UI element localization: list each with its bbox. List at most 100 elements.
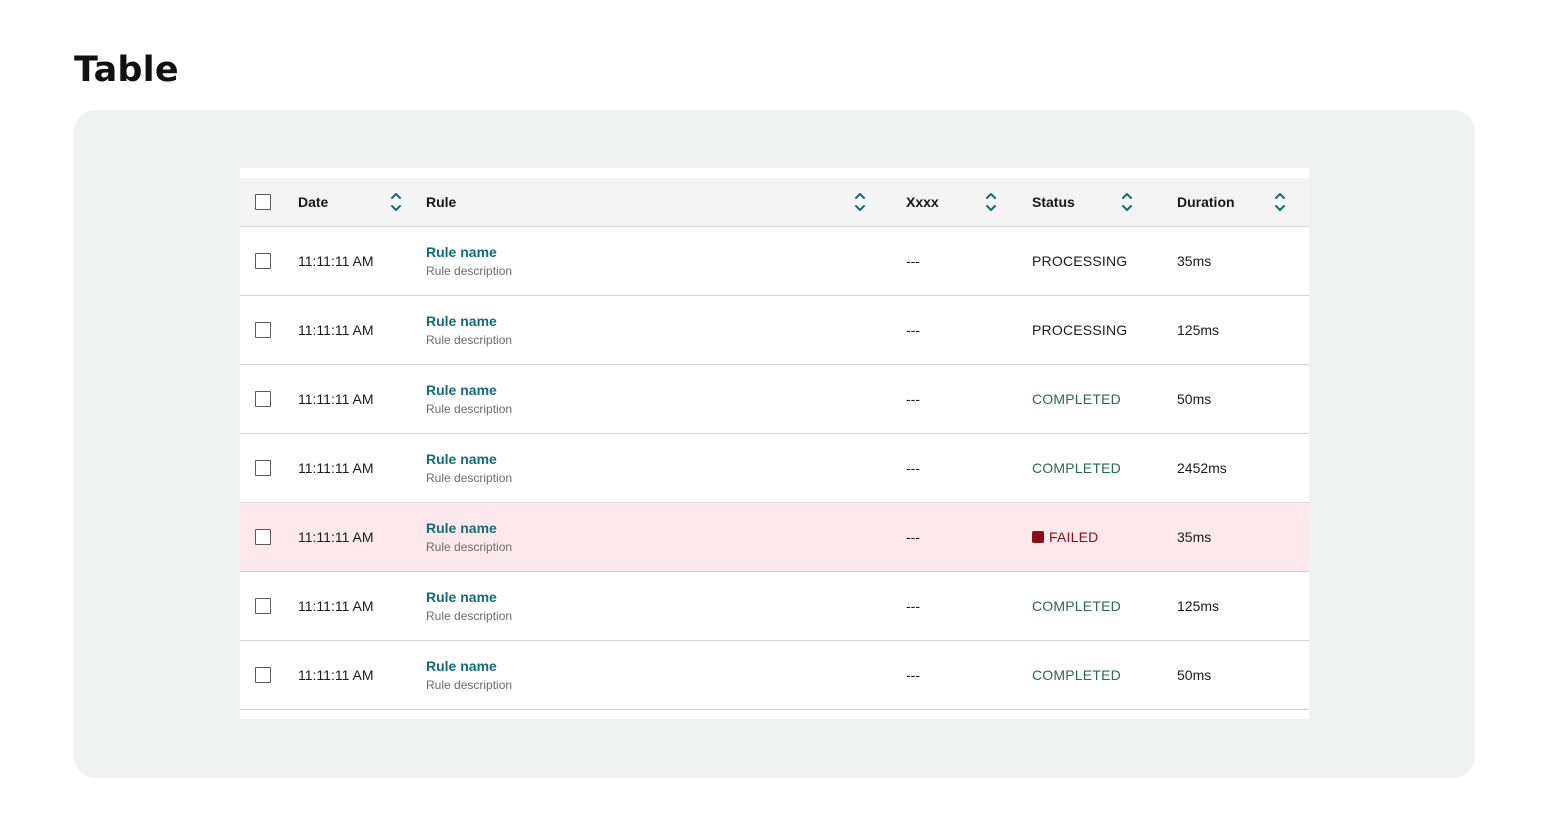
rule-description: Rule description [426,470,513,485]
xxxx-cell: --- [906,434,1006,502]
row-checkbox-cell [255,572,275,640]
duration-value: 35ms [1177,253,1212,269]
date-cell: 11:11:11 AM [298,296,416,364]
table-canvas: Date Rule Xxxx Status Duration 11:11:11 … [74,110,1475,778]
header-status[interactable]: Status [1032,178,1152,226]
row-checkbox[interactable] [255,253,271,269]
rule-name-link[interactable]: Rule name [426,588,497,606]
rule-name-link[interactable]: Rule name [426,381,497,399]
status-cell: COMPLETED [1032,641,1152,709]
rule-cell: Rule name Rule description [426,227,876,295]
status-badge: PROCESSING [1032,322,1128,338]
rule-cell: Rule name Rule description [426,572,876,640]
duration-value: 50ms [1177,667,1212,683]
status-cell: COMPLETED [1032,434,1152,502]
date-cell: 11:11:11 AM [298,365,416,433]
xxxx-value: --- [906,667,920,683]
duration-cell: 125ms [1177,572,1297,640]
rule-name-link[interactable]: Rule name [426,312,497,330]
date-value: 11:11:11 AM [298,253,374,269]
xxxx-cell: --- [906,296,1006,364]
table-row[interactable]: 11:11:11 AM Rule name Rule description -… [240,365,1309,434]
status-cell: FAILED [1032,503,1152,571]
status-cell: COMPLETED [1032,365,1152,433]
rule-name-link[interactable]: Rule name [426,450,497,468]
status-cell: PROCESSING [1032,227,1152,295]
date-cell: 11:11:11 AM [298,434,416,502]
row-checkbox[interactable] [255,391,271,407]
duration-value: 125ms [1177,598,1220,614]
status-badge: COMPLETED [1032,391,1121,407]
row-checkbox[interactable] [255,460,271,476]
table-row[interactable]: 11:11:11 AM Rule name Rule description -… [240,641,1309,710]
header-rule[interactable]: Rule [426,178,876,226]
page-title: Table [74,50,179,90]
rule-cell: Rule name Rule description [426,641,876,709]
rule-cell: Rule name Rule description [426,503,876,571]
header-label-rule: Rule [426,194,457,210]
row-checkbox-cell [255,365,275,433]
row-checkbox[interactable] [255,529,271,545]
rule-name-link[interactable]: Rule name [426,243,497,261]
row-checkbox-cell [255,227,275,295]
sort-rule-icon[interactable] [854,191,866,213]
table-row[interactable]: 11:11:11 AM Rule name Rule description -… [240,296,1309,365]
xxxx-value: --- [906,322,920,338]
status-cell: PROCESSING [1032,296,1152,364]
duration-cell: 50ms [1177,641,1297,709]
duration-value: 2452ms [1177,460,1227,476]
date-cell: 11:11:11 AM [298,503,416,571]
sort-date-icon[interactable] [390,191,402,213]
sort-duration-icon[interactable] [1274,191,1286,213]
date-value: 11:11:11 AM [298,460,374,476]
select-all-checkbox[interactable] [255,194,271,210]
date-cell: 11:11:11 AM [298,641,416,709]
duration-cell: 2452ms [1177,434,1297,502]
date-cell: 11:11:11 AM [298,572,416,640]
duration-cell: 35ms [1177,227,1297,295]
xxxx-value: --- [906,460,920,476]
xxxx-cell: --- [906,572,1006,640]
rule-cell: Rule name Rule description [426,365,876,433]
table-row[interactable]: 11:11:11 AM Rule name Rule description -… [240,572,1309,641]
table-header-row: Date Rule Xxxx Status Duration [240,178,1309,227]
row-checkbox[interactable] [255,667,271,683]
xxxx-cell: --- [906,365,1006,433]
status-badge: COMPLETED [1032,460,1121,476]
failed-square-icon [1032,531,1044,543]
xxxx-cell: --- [906,503,1006,571]
data-table: Date Rule Xxxx Status Duration 11:11:11 … [240,168,1309,719]
table-row-failed[interactable]: 11:11:11 AM Rule name Rule description -… [240,503,1309,572]
row-checkbox-cell [255,641,275,709]
status-badge: COMPLETED [1032,598,1121,614]
xxxx-value: --- [906,598,920,614]
xxxx-value: --- [906,253,920,269]
rule-cell: Rule name Rule description [426,296,876,364]
rule-description: Rule description [426,332,513,347]
duration-value: 35ms [1177,529,1212,545]
duration-cell: 35ms [1177,503,1297,571]
status-badge: COMPLETED [1032,667,1121,683]
row-checkbox-cell [255,296,275,364]
date-value: 11:11:11 AM [298,391,374,407]
table-row[interactable]: 11:11:11 AM Rule name Rule description -… [240,434,1309,503]
duration-cell: 50ms [1177,365,1297,433]
row-checkbox[interactable] [255,322,271,338]
date-value: 11:11:11 AM [298,529,374,545]
xxxx-cell: --- [906,641,1006,709]
rule-description: Rule description [426,677,513,692]
row-checkbox[interactable] [255,598,271,614]
sort-status-icon[interactable] [1121,191,1133,213]
table-row[interactable]: 11:11:11 AM Rule name Rule description -… [240,227,1309,296]
row-checkbox-cell [255,434,275,502]
rule-name-link[interactable]: Rule name [426,519,497,537]
table-grid: Date Rule Xxxx Status Duration 11:11:11 … [240,178,1309,710]
date-value: 11:11:11 AM [298,322,374,338]
header-label-date: Date [298,194,329,210]
sort-xxxx-icon[interactable] [985,191,997,213]
duration-value: 50ms [1177,391,1212,407]
duration-cell: 125ms [1177,296,1297,364]
rule-description: Rule description [426,608,513,623]
rule-name-link[interactable]: Rule name [426,657,497,675]
status-badge: FAILED [1049,529,1099,545]
